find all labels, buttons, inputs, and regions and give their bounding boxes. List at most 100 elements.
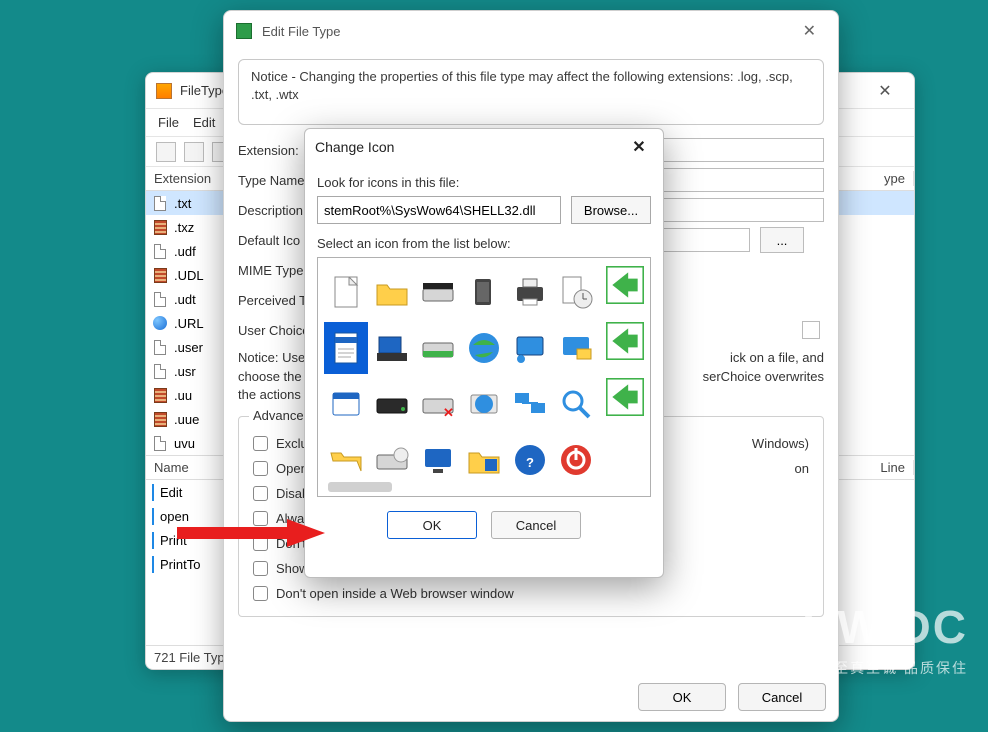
clock-document-icon[interactable] [554, 266, 598, 318]
icon-path-value: stemRoot%\SysWow64\SHELL32.dll [324, 203, 535, 218]
usb-arrow-icon[interactable] [600, 378, 644, 430]
scrollbar-thumb[interactable] [328, 482, 392, 492]
edit-titlebar: Edit File Type ✕ [224, 11, 838, 51]
monitor-icon[interactable] [416, 434, 460, 486]
menu-edit[interactable]: Edit [193, 115, 215, 130]
drive-green-icon[interactable] [416, 322, 460, 374]
userchoice-checkbox[interactable] [802, 321, 820, 339]
chk-dontopenweb-label: Don't open inside a Web browser window [276, 586, 514, 601]
notice2-r1: ick on a file, and [730, 349, 824, 367]
document-icon [152, 243, 168, 259]
list-item-label: .uu [174, 388, 192, 403]
globe-icon [152, 315, 168, 331]
defaulticon-browse-button[interactable]: ... [760, 227, 804, 253]
svg-text:✕: ✕ [443, 405, 454, 420]
checkbox-icon[interactable] [253, 436, 268, 451]
status-text: 721 File Type [154, 650, 232, 665]
chk-open-note: on [795, 461, 809, 476]
run-dialog-icon[interactable] [600, 266, 644, 318]
notepad-icon [152, 557, 154, 572]
changeicon-titlebar: Change Icon ✕ [305, 129, 663, 165]
changeicon-title: Change Icon [315, 139, 394, 155]
checkbox-icon[interactable] [253, 461, 268, 476]
network-monitor-icon[interactable] [508, 322, 552, 374]
list-item-label: .udf [174, 244, 196, 259]
notice2-l2: choose the [238, 368, 302, 386]
watermark-big: HWIDC [802, 600, 968, 654]
blank-icon[interactable] [600, 434, 644, 486]
list-item-label: .txz [174, 220, 194, 235]
changeicon-buttons: OK Cancel [317, 511, 651, 539]
menu-file[interactable]: File [158, 115, 179, 130]
printer-icon[interactable] [508, 266, 552, 318]
document-icon [152, 339, 168, 355]
notepad-icon [152, 485, 154, 500]
checkbox-icon[interactable] [253, 586, 268, 601]
icon-path-field[interactable]: stemRoot%\SysWow64\SHELL32.dll [317, 196, 561, 224]
archive-icon [152, 411, 168, 427]
document-icon [152, 291, 168, 307]
chip-icon[interactable] [462, 266, 506, 318]
blank-document-icon[interactable] [324, 266, 368, 318]
cancel-button[interactable]: Cancel [738, 683, 826, 711]
document-icon [152, 363, 168, 379]
annotation-arrow-icon [177, 517, 327, 547]
list-item-label: .usr [174, 364, 196, 379]
network-computers-icon[interactable] [508, 378, 552, 430]
computer-icon[interactable] [370, 322, 414, 374]
list-item-label: .udt [174, 292, 196, 307]
search-icon[interactable] [554, 378, 598, 430]
notepad-icon [152, 533, 154, 548]
browse-button[interactable]: Browse... [571, 196, 651, 224]
document-icon [152, 195, 168, 211]
archive-icon [152, 219, 168, 235]
close-icon[interactable]: ✕ [866, 77, 904, 105]
checkbox-icon[interactable] [253, 486, 268, 501]
list-item-label: .UDL [174, 268, 204, 283]
icon-list[interactable]: ✕? [317, 257, 651, 497]
disc-drive-icon[interactable] [370, 434, 414, 486]
edit-dialog-buttons: OK Cancel [638, 683, 826, 711]
chk-exclude-note: Windows) [752, 436, 809, 451]
settings-monitor-icon[interactable] [554, 322, 598, 374]
notepad-icon [152, 509, 154, 524]
look-label: Look for icons in this file: [317, 175, 651, 190]
list-item-label: .user [174, 340, 203, 355]
ok-button[interactable]: OK [638, 683, 726, 711]
list-item-label: .uue [174, 412, 199, 427]
drive-icon[interactable] [416, 266, 460, 318]
svg-text:?: ? [526, 455, 534, 470]
folder-apps-icon[interactable] [462, 434, 506, 486]
cancel-button[interactable]: Cancel [491, 511, 581, 539]
watermark-small: 至真至诚 品质保住 [802, 658, 968, 678]
notice2-l1: Notice: Use [238, 349, 305, 367]
power-icon[interactable] [554, 434, 598, 486]
close-icon[interactable]: ✕ [793, 17, 826, 45]
document-icon [152, 435, 168, 451]
folder-icon[interactable] [370, 266, 414, 318]
select-label: Select an icon from the list below: [317, 236, 651, 251]
notice-box: Notice - Changing the properties of this… [238, 59, 824, 125]
globe-monitor-icon[interactable] [462, 378, 506, 430]
toolbar-refresh-icon[interactable] [184, 142, 204, 162]
checkbox-icon[interactable] [253, 561, 268, 576]
help-icon[interactable]: ? [508, 434, 552, 486]
toolbar-save-icon[interactable] [156, 142, 176, 162]
text-document-icon[interactable] [324, 322, 368, 374]
list-item-label: .URL [174, 316, 204, 331]
close-icon[interactable]: ✕ [625, 135, 653, 159]
edit-dialog-icon [236, 23, 252, 39]
list-item-label: uvu [174, 436, 195, 451]
edit-title: Edit File Type [262, 24, 341, 39]
icon-path-row: stemRoot%\SysWow64\SHELL32.dll Browse... [317, 196, 651, 224]
ok-button[interactable]: OK [387, 511, 477, 539]
window-icon[interactable] [324, 378, 368, 430]
globe-icon[interactable] [462, 322, 506, 374]
folder-open-icon[interactable] [324, 434, 368, 486]
drive-error-icon[interactable]: ✕ [416, 378, 460, 430]
watermark: HWIDC 至真至诚 品质保住 [802, 600, 968, 678]
chk-dontopenweb[interactable]: Don't open inside a Web browser window [251, 581, 811, 606]
notice2-r2: serChoice overwrites [703, 368, 824, 386]
drive-dark-icon[interactable] [370, 378, 414, 430]
night-monitor-icon[interactable] [600, 322, 644, 374]
